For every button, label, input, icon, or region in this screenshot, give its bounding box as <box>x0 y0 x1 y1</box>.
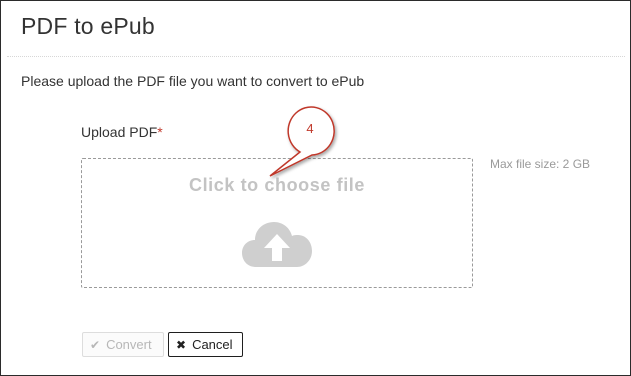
title-divider <box>7 56 625 57</box>
cloud-upload-icon <box>242 222 312 267</box>
upload-pdf-label-text: Upload PDF <box>81 124 158 140</box>
instructions-text: Please upload the PDF file you want to c… <box>21 73 365 89</box>
page-title: PDF to ePub <box>21 13 155 39</box>
file-dropzone[interactable]: Click to choose file <box>81 158 473 288</box>
x-icon: ✖ <box>176 337 187 352</box>
upload-pdf-label: Upload PDF* <box>81 124 163 140</box>
required-marker: * <box>157 124 163 140</box>
cancel-button[interactable]: ✖ Cancel <box>168 332 243 357</box>
cancel-button-label: Cancel <box>192 337 233 352</box>
convert-button[interactable]: ✔ Convert <box>82 332 164 357</box>
annotation-number: 4 <box>306 121 314 136</box>
window-frame: PDF to ePub Please upload the PDF file y… <box>0 0 631 376</box>
checkmark-icon: ✔ <box>90 337 101 352</box>
convert-button-label: Convert <box>106 337 152 352</box>
dropzone-text: Click to choose file <box>188 175 366 195</box>
max-file-size-text: Max file size: 2 GB <box>490 157 591 171</box>
